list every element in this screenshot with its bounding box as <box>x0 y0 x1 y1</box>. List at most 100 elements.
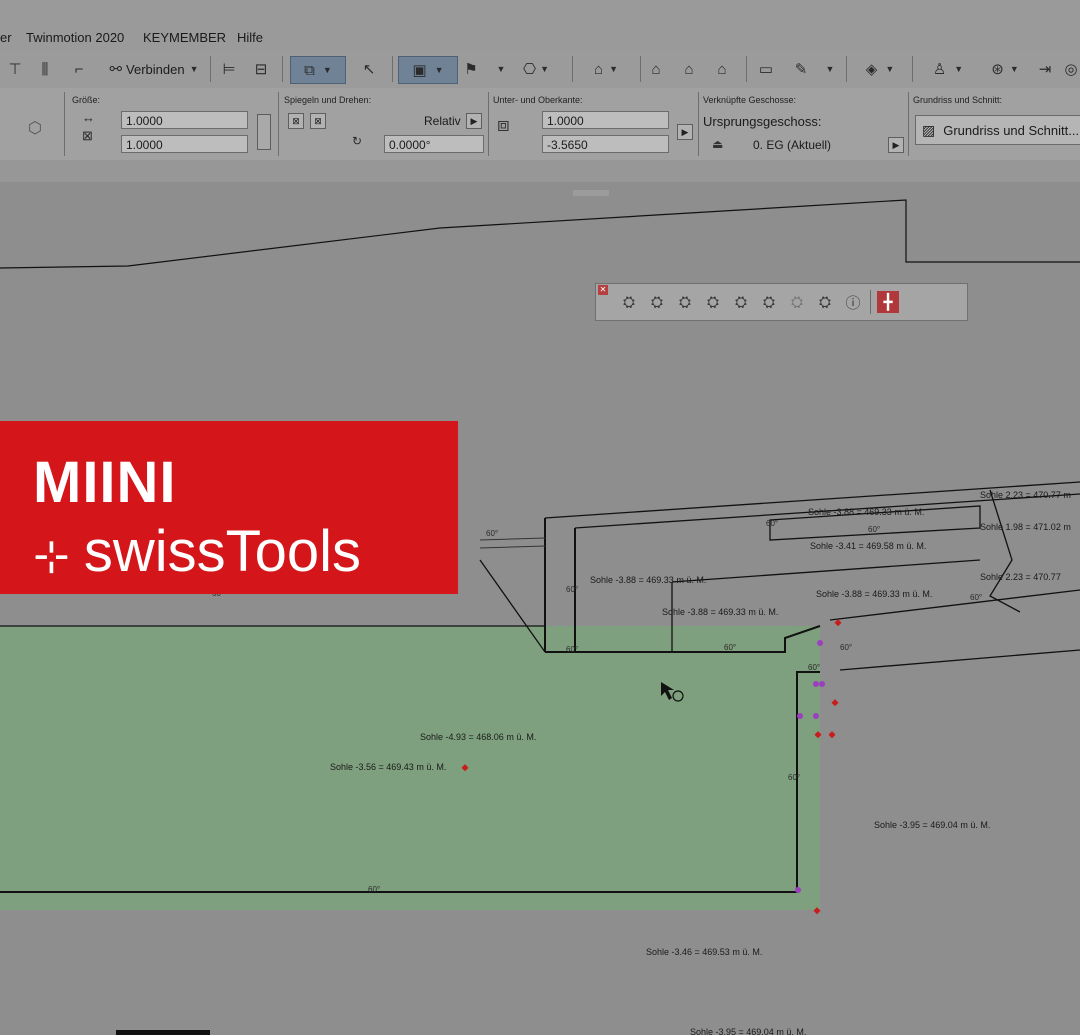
elevation-label: Sohle 2.23 = 470.77 m <box>980 490 1071 500</box>
chevron-down-icon[interactable]: ▼ <box>823 56 837 82</box>
elevation-label: Sohle -3.95 = 469.04 m ü. M. <box>874 820 990 830</box>
explode-icon[interactable]: ⛭ <box>814 291 836 313</box>
point-marker <box>834 619 842 627</box>
copy-icon[interactable]: ⛭ <box>674 291 696 313</box>
rotation-angle-input[interactable]: 0.0000° <box>384 135 484 153</box>
menu-item-keymember[interactable]: KEYMEMBER <box>143 30 226 45</box>
toolbar-separator <box>282 56 283 82</box>
connect-icon: ⚯ <box>109 61 123 78</box>
rotate-icon[interactable]: ⛭ <box>702 291 724 313</box>
story-arrow-icon[interactable]: ▶ <box>888 137 904 153</box>
chevron-down-icon: ▼ <box>189 64 199 74</box>
chevron-down-icon: ▼ <box>322 65 332 75</box>
view-icon[interactable]: ◈ ▼ <box>856 56 904 82</box>
close-icon[interactable]: ✕ <box>598 285 608 295</box>
stair-icon[interactable]: ⊤ <box>4 56 26 82</box>
flag-icon[interactable]: ⚑ <box>460 56 482 82</box>
elevation-label: Sohle -3.41 = 469.58 m ü. M. <box>810 541 926 551</box>
plan-icon: ▣ <box>412 62 427 79</box>
chevron-down-icon[interactable]: ▼ <box>494 56 508 82</box>
story-icon: ⏏ <box>712 137 724 151</box>
corner-line <box>989 489 1021 613</box>
menu-item-help[interactable]: Hilfe <box>237 30 263 45</box>
menu-item-twinmotion[interactable]: Twinmotion 2020 <box>26 30 124 45</box>
camera-icon[interactable]: ◎ <box>1062 56 1080 82</box>
arrow-tool-icon[interactable]: ↖ <box>358 56 380 82</box>
top-edge-input[interactable]: 1.0000 <box>542 111 669 129</box>
toolbar-separator <box>210 56 211 82</box>
brand-subtitle: ⊹ swissTools <box>33 520 361 589</box>
origin-story-value[interactable]: 0. EG (Aktuell) <box>753 138 831 152</box>
offset-icon[interactable]: ⛭ <box>786 291 808 313</box>
arrow-icon[interactable]: ⇥ <box>1034 56 1056 82</box>
elevation-label: Sohle 2.23 = 470.77 <box>980 572 1061 582</box>
angle-label: 60° <box>724 643 736 652</box>
angle-label: 60° <box>486 529 498 538</box>
railing-icon[interactable]: ⫼ <box>34 56 56 82</box>
info-separator <box>488 92 489 156</box>
chevron-down-icon: ▼ <box>434 65 444 75</box>
toolbar-separator <box>746 56 747 82</box>
roof-tool-icon[interactable]: ⌂ ▼ <box>582 56 630 82</box>
elevation-label: Sohle -4.93 = 468.06 m ü. M. <box>420 732 536 742</box>
slab-icon[interactable]: ▭ <box>755 56 777 82</box>
bottom-edge-input[interactable]: -3.5650 <box>542 135 669 153</box>
pencil-icon[interactable]: ✎ <box>790 56 812 82</box>
elevation-icon: ⧈ <box>497 114 510 136</box>
size-label: Größe: <box>72 95 101 105</box>
angle-label: 60° <box>808 663 820 672</box>
connect-button[interactable]: ⚯ Verbinden ▼ <box>102 56 206 82</box>
add-point-icon[interactable]: ⛭ <box>618 291 640 313</box>
scale-bar <box>116 1030 210 1035</box>
select-layer-button[interactable]: ⧉ ▼ <box>290 56 346 84</box>
angle-label: 60° <box>566 585 578 594</box>
size-height-input[interactable]: 1.0000 <box>121 135 248 153</box>
shape-icon[interactable]: ⊛ ▼ <box>982 56 1028 82</box>
toolbar-separator <box>846 56 847 82</box>
info-separator <box>908 92 909 156</box>
elevation-label: Sohle -3.46 = 469.53 m ü. M. <box>646 947 762 957</box>
corner-icon[interactable]: ⌐ <box>68 56 90 82</box>
hatch-icon: ▨ <box>922 121 936 138</box>
angle-label: 60° <box>788 773 800 782</box>
menu-item-partial[interactable]: er <box>0 30 12 45</box>
elevation-label: Sohle -3.88 = 469.33 m ü. M. <box>590 575 706 585</box>
elevation-label: Sohle -3.56 = 469.43 m ü. M. <box>330 762 446 772</box>
toolbar-separator <box>392 56 393 82</box>
house-icon[interactable]: ⌂ <box>711 56 733 82</box>
info-icon[interactable]: ⓘ <box>842 291 864 313</box>
mirror-icon[interactable]: ⛭ <box>730 291 752 313</box>
layers-icon: ⧉ <box>304 61 315 79</box>
angle-label: 60° <box>766 519 778 528</box>
mirror-y-icon[interactable]: ⊠ <box>310 113 326 129</box>
toolbar-separator <box>640 56 641 82</box>
vertex-marker <box>813 681 819 687</box>
plan-section-label: Grundriss und Schnitt: <box>913 95 1003 105</box>
building-icon[interactable]: ⌂ <box>645 56 667 82</box>
angle-label: 60° <box>840 643 852 652</box>
elevation-label: Sohle -3.88 = 469.33 m ü. M. <box>808 507 924 517</box>
ruler-icon[interactable]: ⊨ <box>218 56 240 82</box>
edge-arrow-icon[interactable]: ▶ <box>677 124 693 140</box>
vertex-marker <box>819 681 825 687</box>
plan-section-button[interactable]: ▨ Grundriss und Schnitt... <box>915 115 1080 145</box>
elevation-label: Sohle -3.88 = 469.33 m ü. M. <box>816 589 932 599</box>
angle-label: 60° <box>566 645 578 654</box>
mirror-x-icon[interactable]: ⊠ <box>288 113 304 129</box>
relative-arrow-icon[interactable]: ▶ <box>466 113 482 129</box>
point-marker <box>828 731 836 739</box>
move-icon[interactable]: ⛭ <box>646 291 668 313</box>
stretch-icon[interactable]: ⛭ <box>758 291 780 313</box>
terrain-line <box>0 199 1080 269</box>
brand-subtitle-text: swissTools <box>83 519 362 584</box>
plan-view-button[interactable]: ▣ ▼ <box>398 56 458 84</box>
size-width-input[interactable]: 1.0000 <box>121 111 248 129</box>
snap-icon[interactable]: ╋ <box>877 291 899 313</box>
elevation-label: Sohle -3.88 = 469.33 m ü. M. <box>662 607 778 617</box>
window-icon[interactable]: ⊟ <box>250 56 272 82</box>
link-chain-icon[interactable] <box>257 114 271 150</box>
angle-label: 60° <box>368 885 380 894</box>
figure-icon[interactable]: ♙ ▼ <box>922 56 974 82</box>
home-icon[interactable]: ⌂ <box>678 56 700 82</box>
object-icon[interactable]: ⎔ ▼ <box>518 56 554 82</box>
